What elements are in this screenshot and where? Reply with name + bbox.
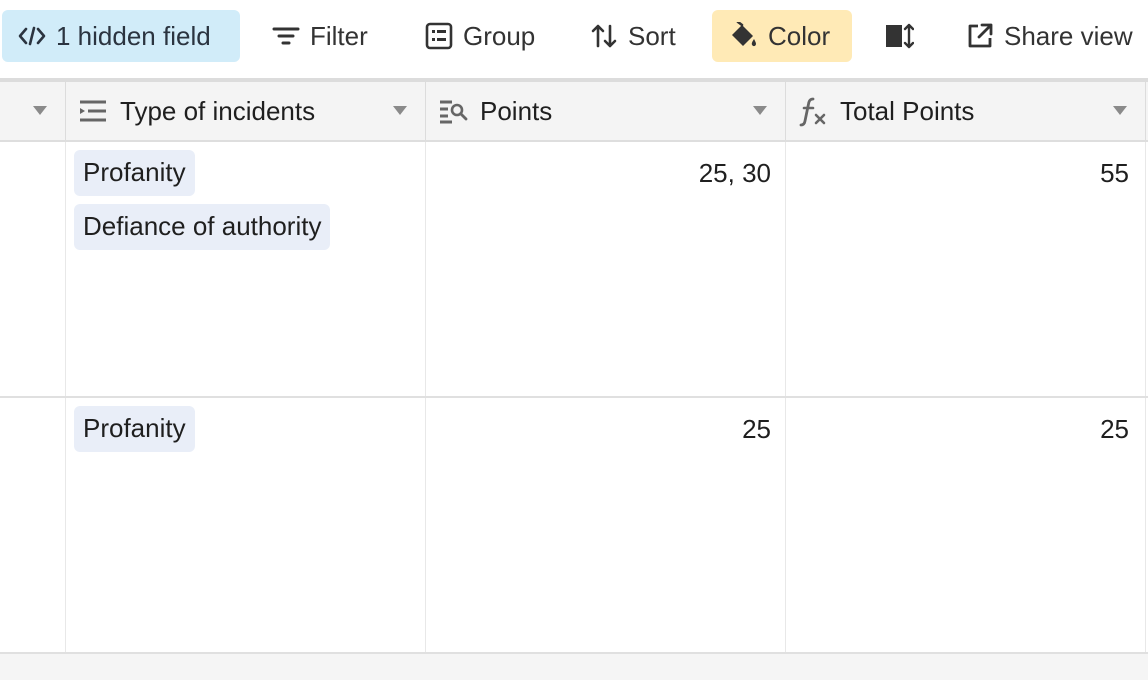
table-row[interactable]: Profanity Defiance of authority 25, 30 5… bbox=[0, 142, 1148, 398]
color-button[interactable]: Color bbox=[712, 10, 852, 62]
table-cell-previous[interactable] bbox=[0, 398, 66, 652]
formula-icon bbox=[798, 95, 828, 127]
share-view-label: Share view bbox=[1004, 20, 1133, 51]
incident-tag: Profanity bbox=[74, 150, 195, 196]
hidden-fields-label: 1 hidden field bbox=[56, 20, 211, 51]
column-header-label: Points bbox=[480, 95, 553, 126]
column-header-type-of-incidents[interactable]: Type of incidents bbox=[66, 82, 426, 140]
table-cell-total-points[interactable]: 55 bbox=[786, 142, 1146, 396]
sort-label: Sort bbox=[628, 20, 676, 51]
table-cell-total-points[interactable]: 25 bbox=[786, 398, 1146, 652]
lookup-icon bbox=[438, 98, 468, 124]
records-grid: Type of incidents Points Total Points Pr… bbox=[0, 78, 1148, 680]
chevron-down-icon[interactable] bbox=[753, 106, 767, 115]
share-external-icon bbox=[966, 22, 994, 50]
chevron-down-icon[interactable] bbox=[33, 106, 47, 115]
chevron-down-icon[interactable] bbox=[393, 106, 407, 115]
sort-button[interactable]: Sort bbox=[590, 10, 676, 62]
group-list-icon bbox=[425, 22, 453, 50]
grid-empty-area bbox=[0, 654, 1148, 680]
column-header-label: Total Points bbox=[840, 95, 975, 126]
table-cell-points[interactable]: 25 bbox=[426, 398, 786, 652]
table-cell-previous[interactable] bbox=[0, 142, 66, 396]
share-view-button[interactable]: Share view bbox=[966, 10, 1133, 62]
filter-button[interactable]: Filter bbox=[272, 10, 368, 62]
incident-tag: Profanity bbox=[74, 406, 195, 452]
column-header-previous[interactable] bbox=[0, 82, 66, 140]
incident-tag: Defiance of authority bbox=[74, 204, 331, 250]
multiple-select-icon bbox=[78, 98, 108, 124]
filter-label: Filter bbox=[310, 20, 368, 51]
table-row[interactable]: Profanity 25 25 bbox=[0, 398, 1148, 654]
color-label: Color bbox=[768, 20, 831, 51]
column-header-label: Type of incidents bbox=[120, 95, 316, 126]
column-header-total-points[interactable]: Total Points bbox=[786, 82, 1146, 140]
row-height-button[interactable] bbox=[884, 10, 914, 62]
paint-bucket-icon bbox=[728, 22, 758, 50]
chevron-down-icon[interactable] bbox=[1113, 106, 1127, 115]
sort-arrows-icon bbox=[590, 22, 618, 50]
view-toolbar: 1 hidden field Filter Group Sort Color S… bbox=[0, 0, 1148, 78]
group-label: Group bbox=[463, 20, 536, 51]
column-header-points[interactable]: Points bbox=[426, 82, 786, 140]
hidden-fields-button[interactable]: 1 hidden field bbox=[2, 10, 240, 62]
row-height-icon bbox=[884, 22, 914, 50]
table-cell-type-of-incidents[interactable]: Profanity bbox=[66, 398, 426, 652]
column-header-row: Type of incidents Points Total Points bbox=[0, 82, 1148, 142]
table-cell-points[interactable]: 25, 30 bbox=[426, 142, 786, 396]
table-cell-type-of-incidents[interactable]: Profanity Defiance of authority bbox=[66, 142, 426, 396]
filter-icon bbox=[272, 24, 300, 48]
group-button[interactable]: Group bbox=[425, 10, 535, 62]
code-slash-icon bbox=[18, 25, 46, 47]
